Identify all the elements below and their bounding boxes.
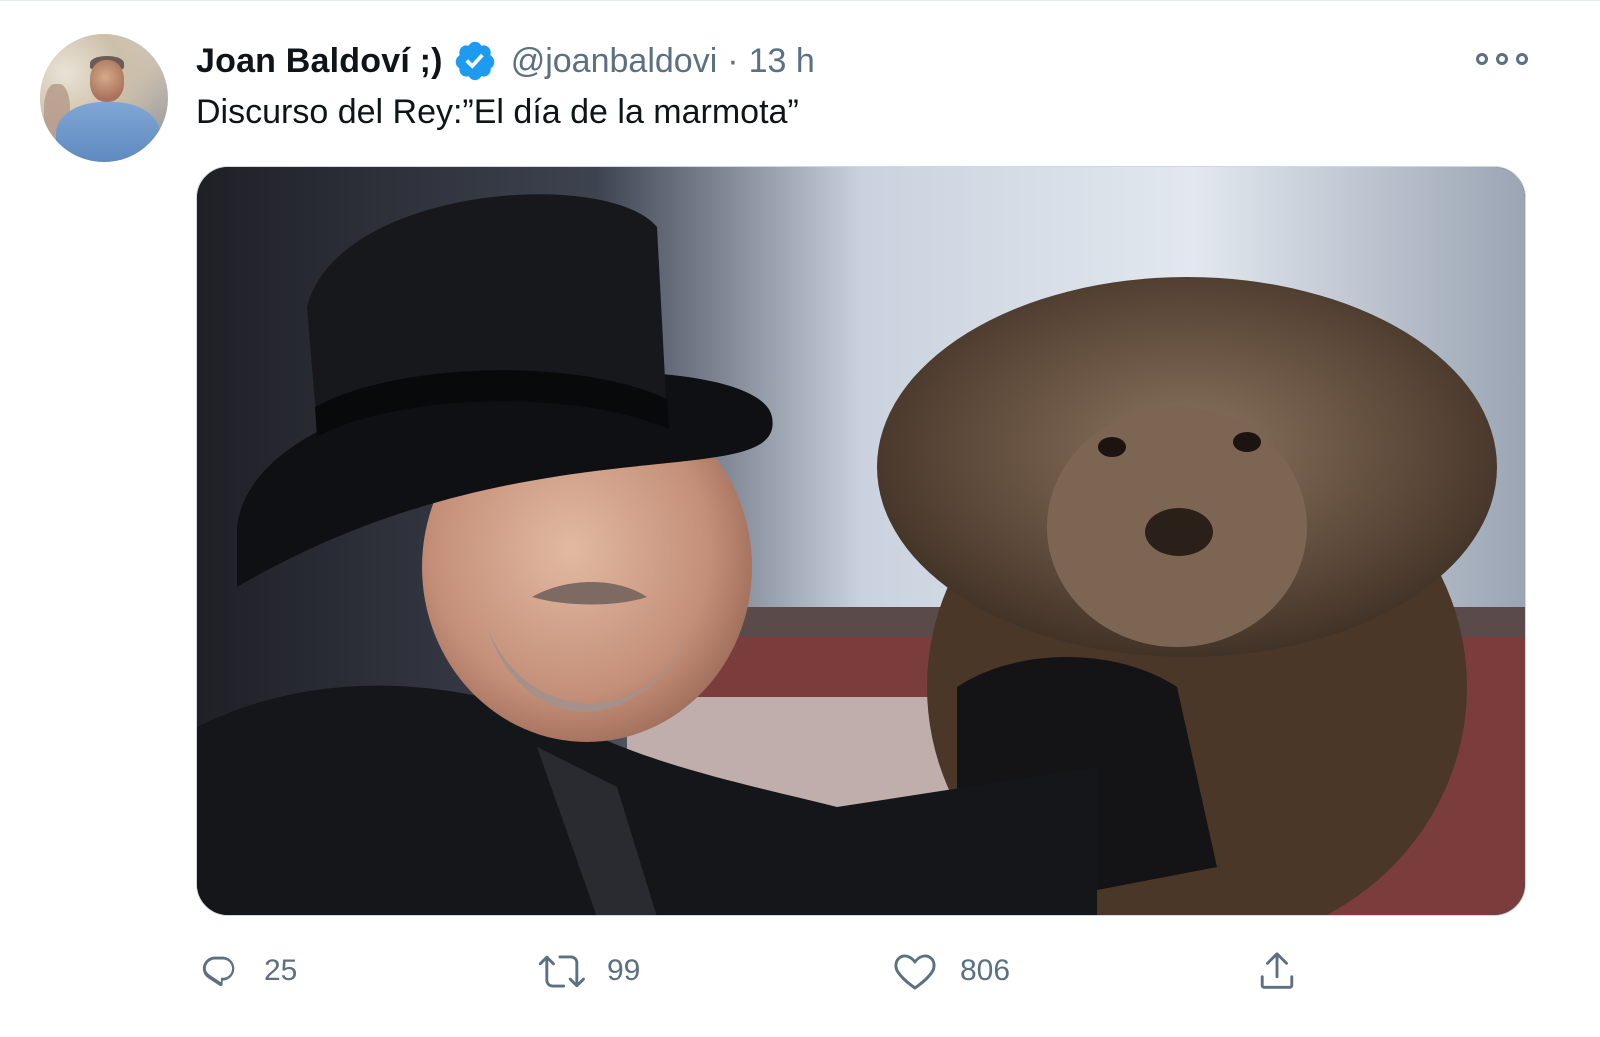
like-action[interactable]: 806 bbox=[892, 941, 1010, 1001]
reply-count: 25 bbox=[264, 954, 298, 987]
avatar-head bbox=[90, 60, 124, 102]
avatar-shirt bbox=[56, 102, 160, 162]
more-dot bbox=[1516, 53, 1528, 65]
marmot-right-eye bbox=[1233, 432, 1261, 452]
heart-icon[interactable] bbox=[892, 948, 938, 994]
verified-badge-icon bbox=[455, 41, 494, 81]
more-dot bbox=[1496, 53, 1508, 65]
marmot-left-eye bbox=[1098, 437, 1126, 457]
separator-dot: · bbox=[727, 41, 739, 80]
retweet-icon[interactable] bbox=[539, 948, 585, 994]
more-options-icon[interactable] bbox=[1476, 45, 1528, 73]
tweet-card[interactable]: Joan Baldoví ;) @joanbaldovi · 13 h Disc… bbox=[0, 0, 1600, 1037]
share-icon[interactable] bbox=[1254, 948, 1300, 994]
tweet-photo[interactable] bbox=[196, 166, 1526, 916]
reply-icon[interactable] bbox=[196, 948, 242, 994]
like-count: 806 bbox=[960, 954, 1011, 987]
tweet-header: Joan Baldoví ;) @joanbaldovi · 13 h bbox=[196, 39, 815, 83]
tweet-text: Discurso del Rey:”El día de la marmota” bbox=[196, 93, 799, 131]
timestamp[interactable]: 13 h bbox=[749, 42, 815, 81]
retweet-count: 99 bbox=[607, 954, 641, 987]
marmot-nose bbox=[1145, 508, 1213, 556]
reply-action[interactable]: 25 bbox=[196, 941, 297, 1001]
retweet-action[interactable]: 99 bbox=[539, 941, 640, 1001]
display-name[interactable]: Joan Baldoví ;) bbox=[196, 42, 443, 81]
user-handle[interactable]: @joanbaldovi bbox=[511, 42, 718, 81]
share-action[interactable] bbox=[1254, 941, 1300, 1001]
tweet-actions: 25 99 806 bbox=[196, 941, 1326, 1001]
avatar[interactable] bbox=[40, 34, 168, 162]
more-dot bbox=[1476, 53, 1488, 65]
photo-illustration bbox=[197, 167, 1525, 915]
